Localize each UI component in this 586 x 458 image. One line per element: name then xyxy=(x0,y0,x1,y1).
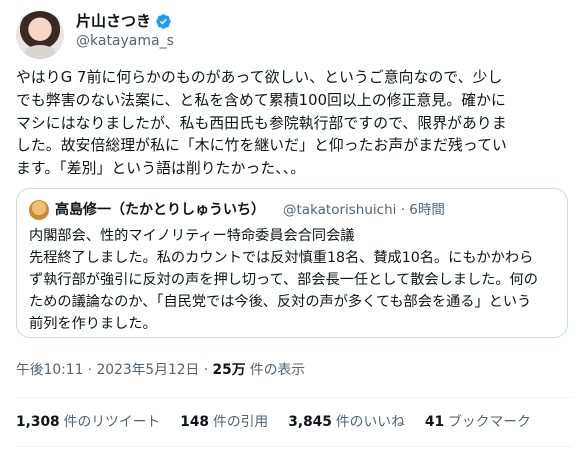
tweet-timestamp[interactable]: 午後10:11 · 2023年5月12日 · xyxy=(16,362,213,378)
quotes-count: 148 xyxy=(180,414,210,430)
likes-count: 3,845 xyxy=(288,414,332,430)
retweets-count: 1,308 xyxy=(16,414,60,430)
quoted-author-meta: @takatorishuichi · 6時間 xyxy=(283,200,445,220)
author-handle[interactable]: @katayama_s xyxy=(76,31,174,51)
tweet-text: やはりG 7前に何らかのものがあって欲しい、というご意向なので、少し でも弊害の… xyxy=(16,69,507,178)
author-name-row[interactable]: 片山さつき xyxy=(76,11,172,31)
views-label: 件の表示 xyxy=(245,362,306,378)
quoted-tweet-text: 内閣部会、性的マイノリティー特命委員会合同会議 先程終了しました。私のカウントで… xyxy=(29,228,538,332)
tweet-timestamp-row: 午後10:11 · 2023年5月12日 · 25万 件の表示 xyxy=(16,360,305,380)
author-display-name[interactable]: 片山さつき xyxy=(76,11,151,31)
divider xyxy=(16,446,572,447)
engagement-stats: 1,308 件のリツイート 148 件の引用 3,845 件のいいね 41 ブックマーク xyxy=(16,412,531,432)
bookmarks-label: ブックマーク xyxy=(448,414,531,430)
quoted-author-handle: @takatorishuichi xyxy=(283,202,397,218)
retweets-stat[interactable]: 1,308 件のリツイート xyxy=(16,412,160,432)
likes-label: 件のいいね xyxy=(335,414,405,430)
quotes-label: 件の引用 xyxy=(213,414,269,430)
divider xyxy=(16,397,572,398)
quoted-tweet[interactable]: 高島修一（たかとりしゅういち） @takatorishuichi · 6時間 内… xyxy=(16,188,568,338)
quoted-author-avatar xyxy=(29,200,49,220)
quotes-stat[interactable]: 148 件の引用 xyxy=(180,412,268,432)
bookmarks-count: 41 xyxy=(424,414,445,430)
author-avatar[interactable] xyxy=(16,11,64,59)
likes-stat[interactable]: 3,845 件のいいね xyxy=(288,412,405,432)
quoted-author-name: 高島修一（たかとりしゅういち） xyxy=(55,202,265,218)
quoted-time[interactable]: 6時間 xyxy=(409,202,445,218)
meta-separator: · xyxy=(400,202,405,218)
retweets-label: 件のリツイート xyxy=(63,414,161,430)
views-count: 25万 xyxy=(212,362,246,378)
bookmarks-stat[interactable]: 41 ブックマーク xyxy=(425,412,531,432)
verified-badge-icon xyxy=(156,13,171,29)
